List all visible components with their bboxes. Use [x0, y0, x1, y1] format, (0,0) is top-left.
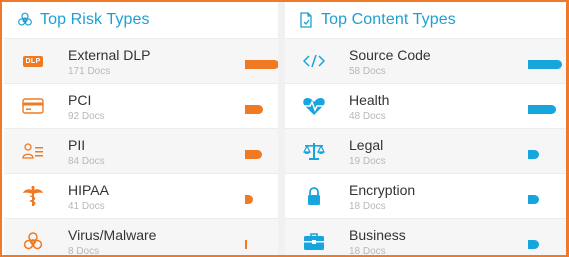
content-bar	[528, 240, 539, 249]
risk-row-pci[interactable]: PCI 92 Docs	[4, 83, 278, 128]
risk-label: Virus/Malware	[68, 227, 157, 243]
content-row-source-code[interactable]: Source Code 58 Docs	[285, 38, 566, 83]
dashboard-frame: Top Risk Types DLP External DLP 171 Docs	[0, 0, 569, 257]
content-doc-count: 58 Docs	[349, 66, 386, 77]
risk-label: PII	[68, 137, 86, 153]
dlp-badge-text: DLP	[22, 55, 44, 67]
content-bar	[528, 105, 556, 114]
risk-row-virus-malware[interactable]: Virus/Malware 8 Docs	[4, 218, 278, 257]
content-row-business[interactable]: Business 18 Docs	[285, 218, 566, 257]
content-bar	[528, 150, 539, 159]
content-bar	[528, 60, 562, 69]
risk-types-title: Top Risk Types	[40, 11, 150, 28]
content-bar	[528, 195, 539, 204]
risk-label: HIPAA	[68, 182, 109, 198]
content-label: Health	[349, 92, 390, 108]
risk-bar	[245, 60, 279, 69]
content-row-health[interactable]: Health 48 Docs	[285, 83, 566, 128]
content-label: Business	[349, 227, 406, 243]
code-icon	[301, 50, 327, 72]
dlp-badge-icon: DLP	[20, 50, 46, 72]
risk-label: PCI	[68, 92, 92, 108]
risk-row-pii[interactable]: PII 84 Docs	[4, 128, 278, 173]
risk-bar	[245, 150, 262, 159]
risk-doc-count: 84 Docs	[68, 156, 105, 167]
briefcase-icon	[301, 230, 327, 252]
lock-icon	[301, 185, 327, 207]
biohazard-icon	[16, 11, 34, 29]
risk-bar	[245, 240, 247, 249]
content-label: Encryption	[349, 182, 416, 198]
credit-card-icon	[20, 95, 46, 117]
content-types-header: Top Content Types	[285, 2, 566, 38]
risk-doc-count: 8 Docs	[68, 246, 100, 257]
risk-bar	[245, 105, 263, 114]
content-label: Legal	[349, 137, 384, 153]
content-row-legal[interactable]: Legal 19 Docs	[285, 128, 566, 173]
risk-doc-count: 41 Docs	[68, 201, 105, 212]
risk-doc-count: 92 Docs	[68, 111, 105, 122]
content-doc-count: 18 Docs	[349, 246, 386, 257]
risk-types-panel: Top Risk Types DLP External DLP 171 Docs	[4, 2, 279, 257]
scales-icon	[301, 140, 327, 162]
risk-row-external-dlp[interactable]: DLP External DLP 171 Docs	[4, 38, 279, 83]
content-types-title: Top Content Types	[321, 11, 456, 28]
caduceus-icon	[20, 185, 46, 207]
document-icon	[297, 11, 315, 29]
person-id-icon	[20, 140, 46, 162]
risk-types-header: Top Risk Types	[4, 2, 278, 38]
content-doc-count: 18 Docs	[349, 201, 386, 212]
biohazard-icon	[20, 230, 46, 252]
risk-row-hipaa[interactable]: HIPAA 41 Docs	[4, 173, 278, 218]
risk-bar	[245, 195, 253, 204]
content-types-panel: Top Content Types Source Code 58 Docs He…	[285, 2, 566, 257]
content-row-encryption[interactable]: Encryption 18 Docs	[285, 173, 566, 218]
content-doc-count: 19 Docs	[349, 156, 386, 167]
panel-divider	[278, 2, 285, 255]
content-label: Source Code	[349, 47, 431, 63]
content-doc-count: 48 Docs	[349, 111, 386, 122]
heart-pulse-icon	[301, 95, 327, 117]
risk-doc-count: 171 Docs	[68, 66, 111, 77]
risk-label: External DLP	[68, 47, 151, 63]
